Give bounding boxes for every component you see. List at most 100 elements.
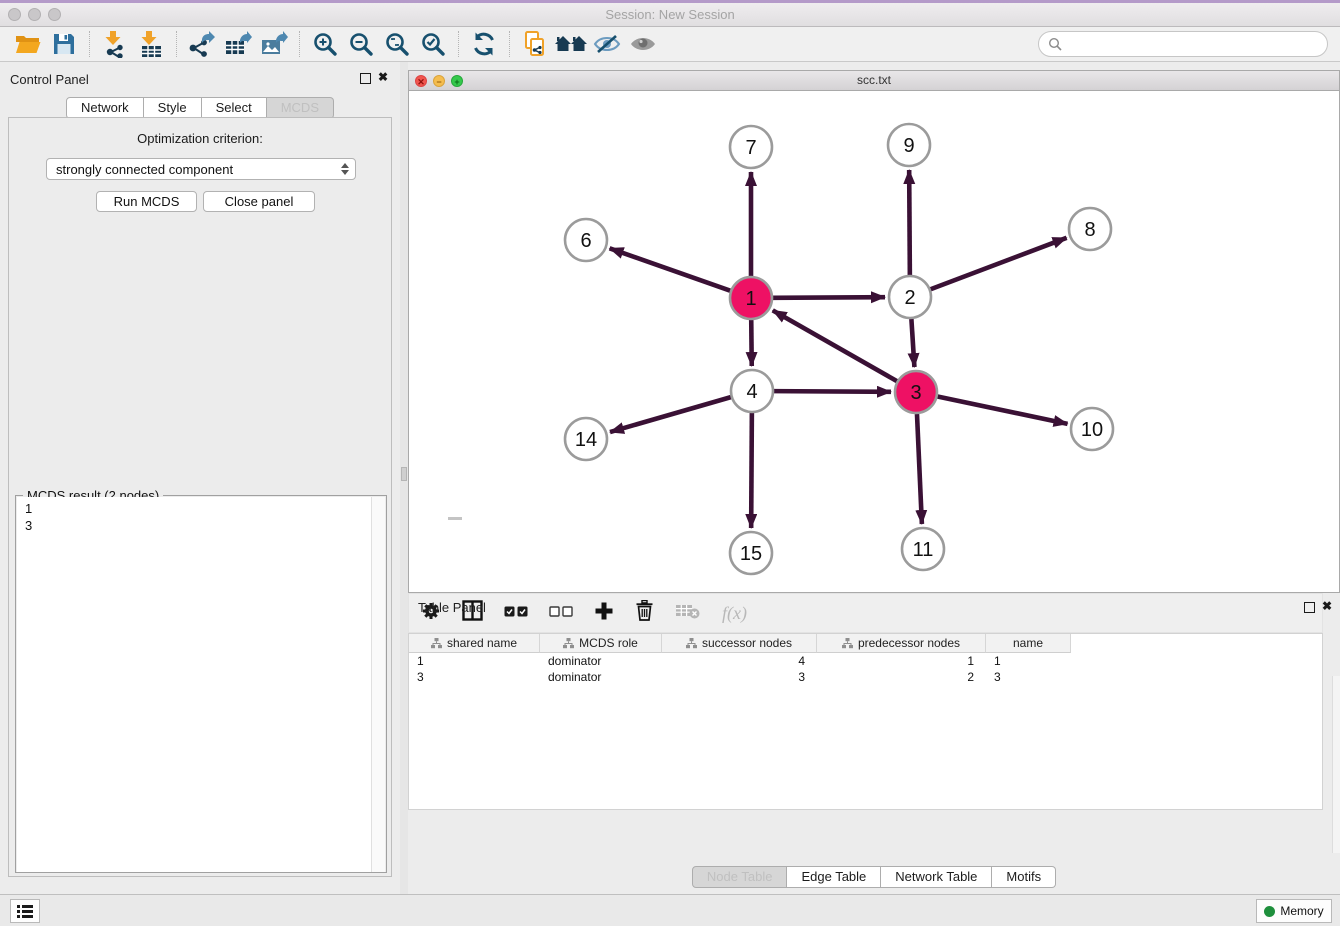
node-10[interactable]: 10	[1071, 408, 1113, 450]
table-cell[interactable]: 3	[409, 669, 540, 685]
splitter-grip[interactable]	[401, 467, 407, 481]
table-tab-node-table[interactable]: Node Table	[692, 866, 788, 888]
run-mcds-button[interactable]: Run MCDS	[96, 191, 197, 212]
table-cell[interactable]: 3	[662, 669, 817, 685]
table-cell[interactable]: 2	[817, 669, 986, 685]
node-2[interactable]: 2	[889, 276, 931, 318]
show-panels-icon[interactable]	[625, 29, 661, 59]
maximize-network-icon[interactable]: +	[451, 75, 463, 87]
import-table-icon[interactable]	[133, 29, 169, 59]
node-15[interactable]: 15	[730, 532, 772, 574]
node-8[interactable]: 8	[1069, 208, 1111, 250]
table-cell[interactable]: 1	[817, 653, 986, 669]
edge-1-6[interactable]	[610, 248, 731, 290]
table-cell[interactable]: 1	[986, 653, 1071, 669]
table-row[interactable]: 1dominator411	[409, 653, 1322, 669]
mcds-result-list[interactable]: 13	[17, 497, 372, 872]
table-scrollbar[interactable]	[1332, 676, 1340, 853]
zoom-selected-icon[interactable]	[415, 29, 451, 59]
unselect-all-columns-icon[interactable]	[549, 604, 573, 622]
table-cell[interactable]: 4	[662, 653, 817, 669]
zoom-out-icon[interactable]	[343, 29, 379, 59]
node-table[interactable]: shared nameMCDS rolesuccessor nodesprede…	[408, 633, 1323, 810]
delete-column-icon[interactable]	[635, 600, 654, 626]
criterion-dropdown[interactable]: strongly connected component	[46, 158, 356, 180]
edge-3-11[interactable]	[917, 414, 922, 524]
column-header-shared-name[interactable]: shared name	[409, 634, 540, 653]
memory-button[interactable]: Memory	[1256, 899, 1332, 923]
home-layout-icon[interactable]	[553, 29, 589, 59]
tab-network[interactable]: Network	[66, 97, 144, 119]
mcds-result-item[interactable]: 3	[25, 517, 372, 534]
node-11[interactable]: 11	[902, 528, 944, 570]
table-tab-network-table[interactable]: Network Table	[881, 866, 992, 888]
edge-2-8[interactable]	[931, 238, 1067, 289]
network-window-titlebar[interactable]: ✕ − + scc.txt	[409, 71, 1339, 91]
tab-select[interactable]: Select	[202, 97, 267, 119]
table-cell[interactable]: 3	[986, 669, 1071, 685]
zoom-in-icon[interactable]	[307, 29, 343, 59]
node-1[interactable]: 1	[730, 277, 772, 319]
result-scrollbar[interactable]	[371, 497, 385, 872]
close-network-icon[interactable]: ✕	[415, 75, 427, 87]
node-7[interactable]: 7	[730, 126, 772, 168]
hide-panels-icon[interactable]	[589, 29, 625, 59]
task-history-button[interactable]	[10, 899, 40, 923]
minimize-network-icon[interactable]: −	[433, 75, 445, 87]
save-session-icon[interactable]	[46, 29, 82, 59]
node-4[interactable]: 4	[731, 370, 773, 412]
column-header-predecessor-nodes[interactable]: predecessor nodes	[817, 634, 986, 653]
column-header-name[interactable]: name	[986, 634, 1071, 653]
export-table-icon[interactable]	[220, 29, 256, 59]
table-cell[interactable]: dominator	[540, 653, 662, 669]
zoom-fit-icon[interactable]	[379, 29, 415, 59]
column-header-MCDS-role[interactable]: MCDS role	[540, 634, 662, 653]
close-table-panel-icon[interactable]: ✖	[1322, 600, 1332, 612]
edge-4-3[interactable]	[774, 391, 891, 392]
close-panel-button[interactable]: Close panel	[203, 191, 315, 212]
function-builder-icon[interactable]: f(x)	[722, 603, 747, 624]
horizontal-splitter-grip[interactable]	[448, 517, 462, 520]
delete-table-icon[interactable]	[675, 602, 701, 625]
edge-3-1[interactable]	[773, 310, 897, 381]
table-tab-edge-table[interactable]: Edge Table	[787, 866, 881, 888]
export-network-icon[interactable]	[184, 29, 220, 59]
select-all-columns-icon[interactable]	[504, 604, 528, 622]
vertical-splitter[interactable]	[400, 62, 408, 894]
network-canvas[interactable]: 7 9 6 8 1 2 4 3 14 10 15 11	[409, 91, 1339, 592]
mcds-result-item[interactable]: 1	[25, 500, 372, 517]
close-panel-icon[interactable]: ✖	[378, 71, 388, 83]
table-cell[interactable]: dominator	[540, 669, 662, 685]
tab-mcds[interactable]: MCDS	[267, 97, 334, 119]
zoom-window-icon[interactable]	[48, 8, 61, 21]
node-6[interactable]: 6	[565, 219, 607, 261]
tree-column-icon	[563, 638, 574, 649]
copy-network-icon[interactable]	[517, 29, 553, 59]
edge-2-9[interactable]	[909, 170, 910, 275]
open-session-icon[interactable]	[10, 29, 46, 59]
table-row[interactable]: 3dominator323	[409, 669, 1322, 685]
refresh-view-icon[interactable]	[466, 29, 502, 59]
table-cell[interactable]: 1	[409, 653, 540, 669]
search-input[interactable]	[1067, 37, 1327, 52]
edge-3-10[interactable]	[938, 397, 1068, 424]
export-image-icon[interactable]	[256, 29, 292, 59]
column-header-successor-nodes[interactable]: successor nodes	[662, 634, 817, 653]
node-3[interactable]: 3	[895, 371, 937, 413]
add-column-icon[interactable]	[594, 601, 614, 626]
import-network-icon[interactable]	[97, 29, 133, 59]
tab-style[interactable]: Style	[144, 97, 202, 119]
edge-1-2[interactable]	[773, 297, 885, 298]
minimize-window-icon[interactable]	[28, 8, 41, 21]
node-9[interactable]: 9	[888, 124, 930, 166]
edge-4-14[interactable]	[610, 397, 731, 432]
edge-4-15[interactable]	[751, 413, 752, 528]
node-label: 6	[580, 230, 591, 252]
table-tab-motifs[interactable]: Motifs	[992, 866, 1056, 888]
float-panel-icon[interactable]	[360, 73, 371, 84]
node-14[interactable]: 14	[565, 418, 607, 460]
edge-2-3[interactable]	[911, 319, 914, 367]
search-field[interactable]	[1038, 31, 1328, 57]
float-table-panel-icon[interactable]	[1304, 602, 1315, 613]
close-window-icon[interactable]	[8, 8, 21, 21]
